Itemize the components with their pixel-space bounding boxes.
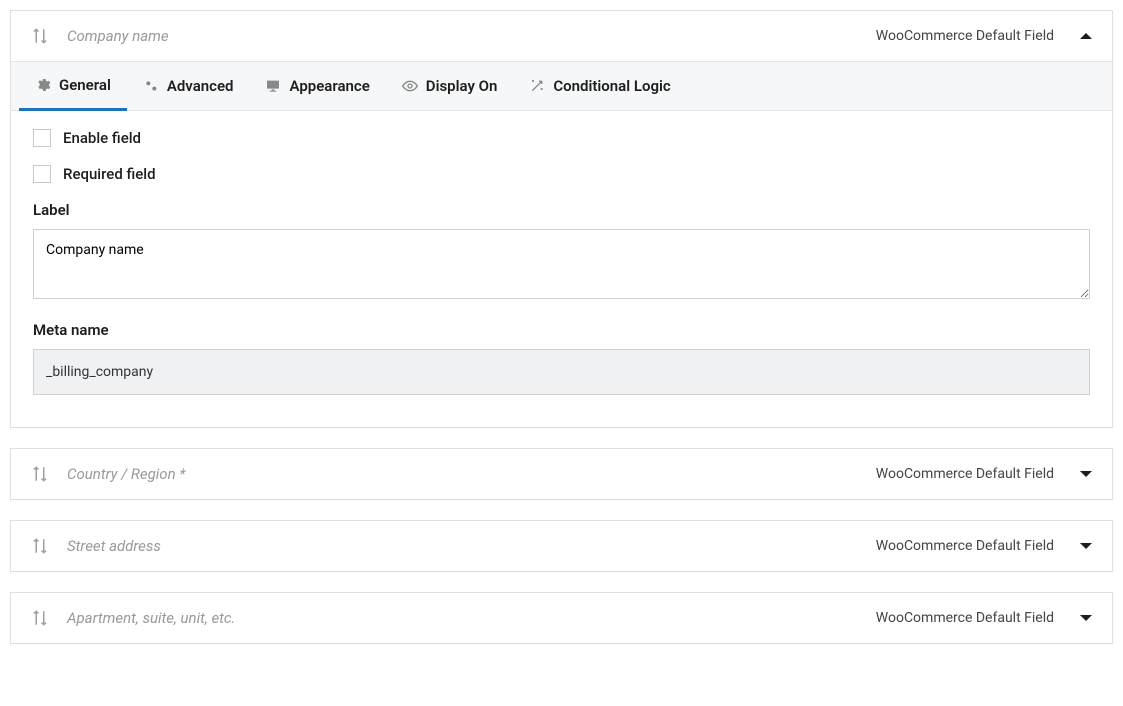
label-group: Label	[33, 201, 1090, 303]
chevron-up-icon[interactable]	[1080, 33, 1092, 39]
chevron-down-icon[interactable]	[1080, 471, 1092, 477]
meta-name-label: Meta name	[33, 321, 1090, 339]
tab-label: Display On	[426, 77, 498, 95]
tab-display-on[interactable]: Display On	[386, 62, 514, 110]
field-header[interactable]: Company name WooCommerce Default Field	[11, 11, 1112, 61]
drag-handle-icon[interactable]	[31, 609, 49, 627]
required-field-checkbox[interactable]	[33, 165, 51, 183]
field-type-badge: WooCommerce Default Field	[876, 28, 1054, 44]
eye-icon	[402, 78, 418, 94]
tab-conditional-logic[interactable]: Conditional Logic	[513, 62, 686, 110]
field-row-company-name: Company name WooCommerce Default Field G…	[10, 10, 1113, 428]
drag-handle-icon[interactable]	[31, 27, 49, 45]
field-title: Company name	[67, 27, 876, 45]
field-row-street-address: Street address WooCommerce Default Field	[10, 520, 1113, 572]
field-title: Street address	[67, 537, 876, 555]
meta-group: Meta name	[33, 321, 1090, 395]
label-textarea[interactable]	[33, 229, 1090, 299]
drag-handle-icon[interactable]	[31, 465, 49, 483]
field-type-badge: WooCommerce Default Field	[876, 610, 1054, 626]
tab-label: Appearance	[289, 77, 369, 95]
field-header[interactable]: Apartment, suite, unit, etc. WooCommerce…	[11, 593, 1112, 643]
field-header[interactable]: Street address WooCommerce Default Field	[11, 521, 1112, 571]
gears-icon	[143, 78, 159, 94]
tab-advanced[interactable]: Advanced	[127, 62, 250, 110]
field-title: Apartment, suite, unit, etc.	[67, 609, 876, 627]
monitor-icon	[265, 78, 281, 94]
tab-label: Advanced	[167, 77, 234, 95]
field-row-country-region: Country / Region * WooCommerce Default F…	[10, 448, 1113, 500]
field-row-apartment-suite: Apartment, suite, unit, etc. WooCommerce…	[10, 592, 1113, 644]
label-field-label: Label	[33, 201, 1090, 219]
tab-general[interactable]: General	[19, 62, 127, 111]
chevron-down-icon[interactable]	[1080, 543, 1092, 549]
tab-label: Conditional Logic	[553, 77, 670, 95]
enable-field-checkbox[interactable]	[33, 129, 51, 147]
chevron-down-icon[interactable]	[1080, 615, 1092, 621]
field-type-badge: WooCommerce Default Field	[876, 538, 1054, 554]
tab-label: General	[59, 76, 111, 94]
gear-icon	[35, 77, 51, 93]
tabs-bar: General Advanced Appearance Display On C…	[11, 61, 1112, 111]
enable-field-row: Enable field	[33, 129, 1090, 147]
field-header[interactable]: Country / Region * WooCommerce Default F…	[11, 449, 1112, 499]
tab-appearance[interactable]: Appearance	[249, 62, 385, 110]
field-type-badge: WooCommerce Default Field	[876, 466, 1054, 482]
wand-icon	[529, 78, 545, 94]
panel-general: Enable field Required field Label Meta n…	[11, 111, 1112, 427]
required-field-row: Required field	[33, 165, 1090, 183]
field-title: Country / Region *	[67, 465, 876, 483]
required-field-label: Required field	[63, 165, 156, 183]
enable-field-label: Enable field	[63, 129, 141, 147]
meta-name-input	[33, 349, 1090, 395]
drag-handle-icon[interactable]	[31, 537, 49, 555]
